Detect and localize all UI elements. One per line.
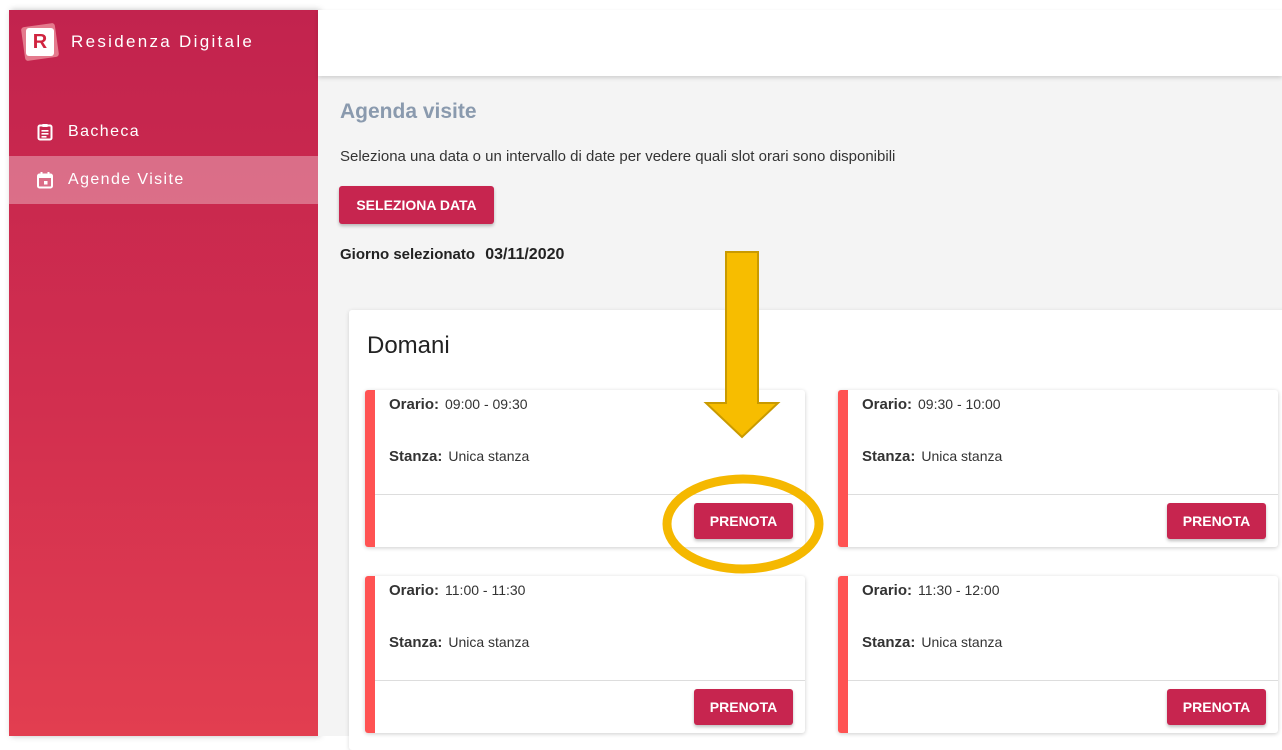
sidebar-item-bacheca[interactable]: Bacheca <box>9 108 318 156</box>
slot-accent-bar <box>838 576 848 733</box>
agenda-card: Domani Orario: 09:00 - 09:30 Stanza: Unica… <box>349 310 1282 750</box>
calendar-icon <box>37 172 53 189</box>
brand[interactable]: R Residenza Digitale <box>9 10 318 74</box>
app-logo: R <box>20 22 60 62</box>
time-slot-card: Orario: 11:30 - 12:00 Stanza: Unica stanza… <box>838 576 1278 733</box>
selected-day: Giorno selezionato 03/11/2020 <box>340 246 564 264</box>
slot-time-label: Orario: <box>862 396 913 413</box>
slot-room-value: Unica stanza <box>921 448 1003 464</box>
top-app-bar <box>318 10 1282 76</box>
sidebar-item-label: Bacheca <box>68 123 141 140</box>
time-slot-card: Orario: 11:00 - 11:30 Stanza: Unica stanza… <box>365 576 805 733</box>
app-name: Residenza Digitale <box>71 32 255 51</box>
slot-time-value: 09:00 - 09:30 <box>445 396 528 412</box>
agenda-day-title: Domani <box>367 332 450 359</box>
slot-room-value: Unica stanza <box>448 448 530 464</box>
slot-room-label: Stanza: <box>389 634 443 651</box>
time-slot-card: Orario: 09:00 - 09:30 Stanza: Unica stanza… <box>365 390 805 547</box>
slot-room-label: Stanza: <box>862 634 916 651</box>
slot-accent-bar <box>365 576 375 733</box>
sidebar-item-agende-visite[interactable]: Agende Visite <box>9 156 318 204</box>
sidebar-nav: Bacheca Agende Visite <box>9 108 318 204</box>
slot-time-label: Orario: <box>389 396 440 413</box>
slot-time-row: Orario: 09:00 - 09:30 <box>389 396 528 413</box>
slot-accent-bar <box>365 390 375 547</box>
page-title: Agenda visite <box>340 100 477 123</box>
slot-time-value: 11:30 - 12:00 <box>918 582 1000 598</box>
time-slot-card: Orario: 09:30 - 10:00 Stanza: Unica stanza… <box>838 390 1278 547</box>
slot-divider <box>375 680 805 681</box>
slot-time-row: Orario: 11:00 - 11:30 <box>389 582 525 599</box>
slot-room-label: Stanza: <box>389 448 443 465</box>
main-content: Agenda visite Seleziona una data o un in… <box>318 76 1282 750</box>
book-button[interactable]: PRENOTA <box>694 689 793 725</box>
slot-divider <box>848 680 1278 681</box>
sidebar-item-label: Agende Visite <box>68 171 185 188</box>
slot-room-row: Stanza: Unica stanza <box>389 634 529 651</box>
slot-time-value: 11:00 - 11:30 <box>445 582 526 598</box>
sidebar: R Residenza Digitale Bacheca Agende Visi <box>9 10 318 736</box>
slot-time-row: Orario: 09:30 - 10:00 <box>862 396 1001 413</box>
slot-room-value: Unica stanza <box>921 634 1003 650</box>
slot-room-row: Stanza: Unica stanza <box>862 634 1002 651</box>
page-description: Seleziona una data o un intervallo di da… <box>340 148 896 165</box>
slot-divider <box>375 494 805 495</box>
book-button[interactable]: PRENOTA <box>1167 503 1266 539</box>
slot-accent-bar <box>838 390 848 547</box>
selected-day-value: 03/11/2020 <box>485 246 565 263</box>
slot-time-row: Orario: 11:30 - 12:00 <box>862 582 1000 599</box>
slot-room-row: Stanza: Unica stanza <box>389 448 529 465</box>
slot-room-label: Stanza: <box>862 448 916 465</box>
slot-room-row: Stanza: Unica stanza <box>862 448 1002 465</box>
book-button[interactable]: PRENOTA <box>694 503 793 539</box>
slot-time-value: 09:30 - 10:00 <box>918 396 1001 412</box>
slot-room-value: Unica stanza <box>448 634 530 650</box>
slot-time-label: Orario: <box>389 582 440 599</box>
slot-divider <box>848 494 1278 495</box>
slot-time-label: Orario: <box>862 582 913 599</box>
clipboard-icon <box>37 124 53 141</box>
select-date-button[interactable]: SELEZIONA DATA <box>339 186 494 224</box>
book-button[interactable]: PRENOTA <box>1167 689 1266 725</box>
selected-day-label: Giorno selezionato <box>340 246 476 263</box>
